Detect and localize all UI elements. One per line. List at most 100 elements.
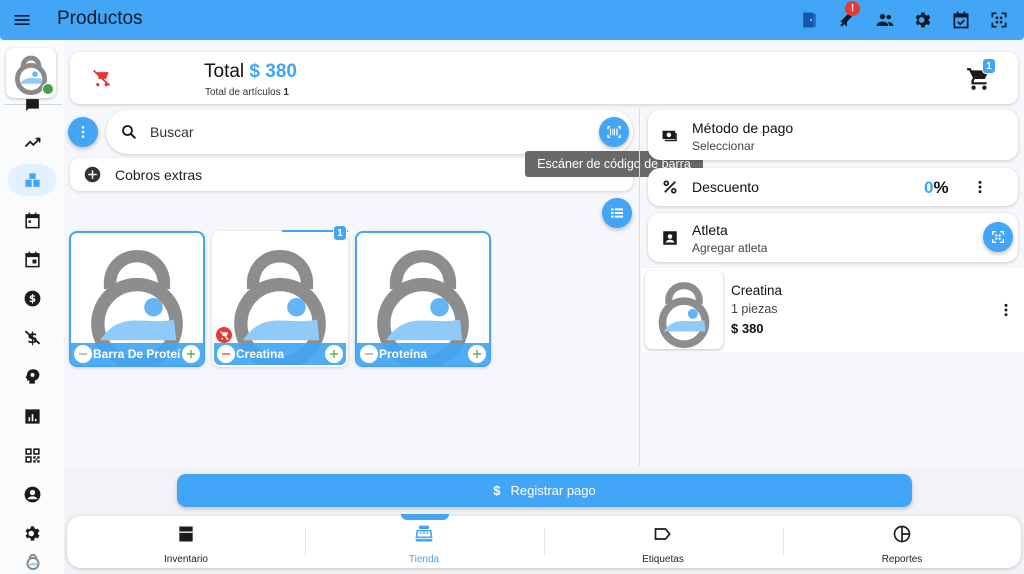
calendar-check-button[interactable] bbox=[942, 6, 980, 34]
top-app-bar: Productos ! bbox=[0, 0, 1024, 40]
more-vert-icon[interactable] bbox=[998, 302, 1014, 318]
rail-item-expenses[interactable]: $ bbox=[8, 321, 56, 353]
settings-icon bbox=[25, 525, 39, 541]
discount-value: 0% bbox=[924, 178, 949, 198]
dollar-icon: $ bbox=[493, 483, 501, 498]
total-card: Total $ 380 Total de artículos 1 1 bbox=[70, 52, 1018, 104]
qr-scan-button[interactable] bbox=[980, 6, 1018, 34]
product-tile[interactable]: Proteína bbox=[355, 231, 491, 367]
product-tile[interactable]: Barra De Proteína bbox=[69, 231, 205, 367]
product-tile[interactable]: Creatina bbox=[212, 231, 348, 367]
extra-charges-label: Cobros extras bbox=[115, 167, 203, 183]
percent-icon bbox=[663, 180, 677, 194]
decrement-button[interactable] bbox=[74, 345, 92, 363]
minus-icon bbox=[221, 353, 231, 355]
list-view-button[interactable] bbox=[602, 198, 632, 228]
tab-reportes[interactable]: Reportes bbox=[783, 516, 1021, 568]
cart-item[interactable]: Creatina 1 piezas $ 380 bbox=[642, 268, 1024, 352]
rail-item-agenda[interactable] bbox=[8, 243, 56, 275]
register-payment-label: Registrar pago bbox=[510, 483, 596, 498]
rail-item-qr[interactable] bbox=[8, 439, 56, 471]
total-label-text: Total bbox=[204, 61, 245, 82]
qr-scan-icon bbox=[991, 12, 1007, 28]
decrement-button[interactable] bbox=[217, 345, 235, 363]
people-button[interactable] bbox=[866, 6, 904, 34]
minus-icon bbox=[364, 353, 374, 355]
tab-label: Etiquetas bbox=[642, 554, 684, 565]
view-list-icon bbox=[611, 208, 623, 218]
tab-label: Reportes bbox=[881, 554, 923, 565]
rail-item-trends[interactable] bbox=[8, 126, 56, 158]
discount-title: Descuento bbox=[692, 179, 759, 195]
appbar-actions: ! bbox=[790, 1, 1018, 34]
menu-icon[interactable] bbox=[12, 10, 32, 30]
barcode-scanner-button[interactable] bbox=[599, 117, 629, 147]
product-name: Proteína bbox=[379, 347, 428, 361]
gym-logo[interactable] bbox=[6, 48, 56, 98]
boxes-icon bbox=[24, 172, 40, 187]
more-vert-icon[interactable] bbox=[972, 179, 988, 195]
calendar-icon bbox=[24, 212, 40, 228]
calendar-check-icon bbox=[953, 11, 969, 29]
tab-label: Tienda bbox=[408, 554, 440, 565]
chat-icon bbox=[25, 98, 39, 111]
rail-item-settings[interactable] bbox=[8, 517, 56, 549]
door-icon bbox=[803, 12, 816, 28]
plus-icon bbox=[329, 349, 339, 359]
product-name: Creatina bbox=[236, 347, 285, 361]
discount-unit: % bbox=[933, 178, 949, 197]
athlete-card[interactable]: Atleta Agregar atleta bbox=[648, 213, 1018, 262]
increment-button[interactable] bbox=[325, 345, 343, 363]
cart-item-name: Creatina bbox=[731, 283, 783, 298]
tab-tienda[interactable]: Tienda bbox=[305, 516, 543, 568]
tab-inventario[interactable]: Inventario bbox=[67, 516, 305, 568]
settings-button[interactable] bbox=[904, 6, 942, 34]
cart-item-thumbnail bbox=[645, 271, 723, 349]
payments-icon bbox=[662, 130, 677, 142]
money-off-icon: $ bbox=[24, 329, 40, 347]
rail-item-calendar[interactable] bbox=[8, 204, 56, 236]
barcode-scan-icon bbox=[607, 126, 621, 138]
remove-shopping-cart-icon[interactable] bbox=[92, 68, 112, 88]
bar-chart-icon bbox=[24, 408, 40, 424]
pie-chart-icon bbox=[893, 525, 911, 543]
gear-icon bbox=[915, 12, 931, 28]
payment-method-title: Método de pago bbox=[692, 120, 794, 136]
people-icon bbox=[876, 14, 894, 26]
scan-athlete-button[interactable] bbox=[983, 222, 1013, 252]
out-of-cart-icon bbox=[216, 327, 232, 343]
increment-button[interactable] bbox=[468, 345, 486, 363]
total-label: Total $ 380 bbox=[204, 61, 297, 83]
page-title: Productos bbox=[57, 8, 143, 29]
cart-badge: 1 bbox=[982, 58, 996, 74]
register-payment-button[interactable]: $ Registrar pago bbox=[177, 474, 912, 507]
rail-item-insights[interactable] bbox=[8, 360, 56, 392]
whistle-button[interactable]: ! bbox=[828, 1, 866, 34]
decrement-button[interactable] bbox=[360, 345, 378, 363]
qr-code-icon bbox=[24, 447, 40, 463]
rail-item-account[interactable] bbox=[8, 478, 56, 510]
product-placeholder-icon bbox=[658, 282, 710, 348]
label-icon bbox=[654, 528, 671, 540]
trending-up-icon bbox=[24, 137, 40, 147]
increment-button[interactable] bbox=[182, 345, 200, 363]
cart-item-quantity: 1 piezas bbox=[731, 302, 778, 316]
payment-method-card[interactable]: Método de pago Seleccionar bbox=[648, 110, 1018, 160]
minus-icon bbox=[78, 353, 88, 355]
rail-item-reports[interactable] bbox=[8, 400, 56, 432]
discount-card[interactable]: Descuento 0% bbox=[648, 168, 1018, 206]
rail-item-chat[interactable] bbox=[8, 98, 56, 112]
door-button[interactable] bbox=[790, 6, 828, 34]
total-items-count: 1 bbox=[283, 87, 289, 98]
panel-divider bbox=[639, 108, 640, 466]
verified-badge bbox=[42, 83, 54, 95]
add-circle-icon bbox=[84, 166, 101, 183]
more-options-button[interactable] bbox=[68, 117, 98, 147]
dollar-circle-icon: $ bbox=[24, 290, 40, 306]
rail-item-store[interactable] bbox=[8, 164, 56, 196]
more-vert-icon bbox=[81, 126, 85, 138]
search-input[interactable] bbox=[150, 120, 580, 144]
rail-item-payments[interactable]: $ bbox=[8, 282, 56, 314]
product-name: Barra De Proteína bbox=[93, 347, 181, 361]
tab-etiquetas[interactable]: Etiquetas bbox=[544, 516, 782, 568]
